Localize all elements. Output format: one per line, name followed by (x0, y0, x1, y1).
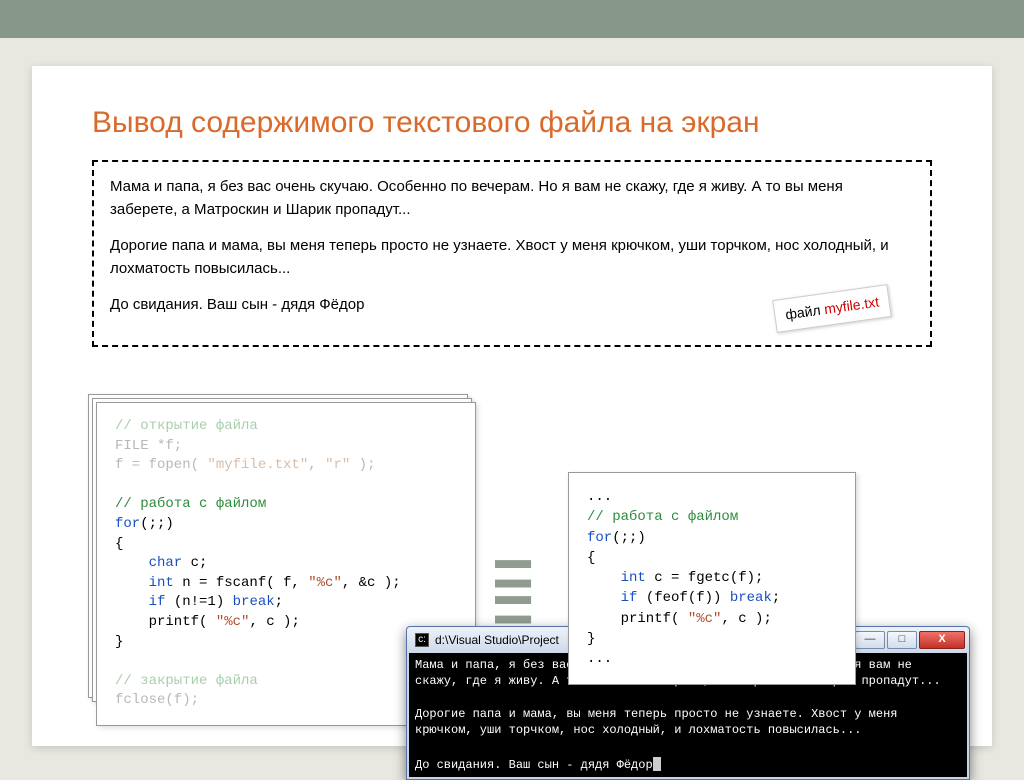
file-paragraph: Дорогие папа и мама, вы меня теперь прос… (110, 235, 914, 280)
file-name-label: файл myfile.txt (772, 284, 892, 333)
code-dots: ... (587, 651, 612, 667)
code-line: , &c ); (342, 575, 401, 591)
code-string: "%c" (688, 611, 722, 627)
console-icon: c: (415, 633, 429, 647)
code-line: , c ); (249, 614, 299, 630)
code-line: FILE *f; (115, 438, 182, 454)
code-line: } (587, 631, 595, 647)
code-line: (;;) (140, 516, 174, 532)
code-keyword: int (587, 570, 646, 586)
code-string: "myfile.txt" (207, 457, 308, 473)
code-line: (n!=1) (165, 594, 232, 610)
code-line: , c ); (721, 611, 771, 627)
code-keyword: int (115, 575, 174, 591)
code-dots: ... (587, 489, 612, 505)
code-string: "%c" (216, 614, 250, 630)
code-line: fclose(f); (115, 692, 199, 708)
code-keyword: if (115, 594, 165, 610)
code-block-alt: ... // работа с файлом for(;;) { int c =… (568, 472, 856, 685)
file-label-name: myfile.txt (823, 293, 880, 317)
file-label-prefix: файл (784, 301, 825, 322)
code-line: printf( (587, 611, 688, 627)
code-keyword: break (730, 590, 772, 606)
code-keyword: if (587, 590, 637, 606)
code-line: ); (350, 457, 375, 473)
code-line: c; (182, 555, 207, 571)
code-line: (;;) (612, 530, 646, 546)
code-comment: // открытие файла (115, 418, 258, 434)
code-string: "r" (325, 457, 350, 473)
code-line: (feof(f)) (637, 590, 729, 606)
code-keyword: for (115, 516, 140, 532)
maximize-button[interactable]: □ (887, 631, 917, 649)
code-line: f = fopen( (115, 457, 207, 473)
code-keyword: char (115, 555, 182, 571)
top-bar (0, 0, 1024, 38)
cursor-icon (653, 757, 661, 771)
code-comment: // работа с файлом (115, 496, 266, 512)
code-line: printf( (115, 614, 216, 630)
equals-sign: = = (492, 556, 534, 628)
code-keyword: break (233, 594, 275, 610)
code-line: ; (772, 590, 780, 606)
file-paragraph: Мама и папа, я без вас очень скучаю. Осо… (110, 176, 914, 221)
code-line: } (115, 634, 123, 650)
code-comment: // закрытие файла (115, 673, 258, 689)
slide: Вывод содержимого текстового файла на эк… (32, 66, 992, 746)
minimize-button[interactable]: — (855, 631, 885, 649)
code-line: ; (275, 594, 283, 610)
code-line: n = fscanf( f, (174, 575, 308, 591)
close-button[interactable]: X (919, 631, 965, 649)
code-line: { (587, 550, 595, 566)
code-line: { (115, 536, 123, 552)
window-buttons: — □ X (855, 631, 965, 649)
file-content-box: Мама и папа, я без вас очень скучаю. Осо… (92, 160, 932, 347)
code-keyword: for (587, 530, 612, 546)
code-line: , (308, 457, 325, 473)
slide-title: Вывод содержимого текстового файла на эк… (92, 106, 932, 140)
code-comment: // работа с файлом (587, 509, 738, 525)
code-string: "%c" (308, 575, 342, 591)
code-line: c = fgetc(f); (646, 570, 764, 586)
